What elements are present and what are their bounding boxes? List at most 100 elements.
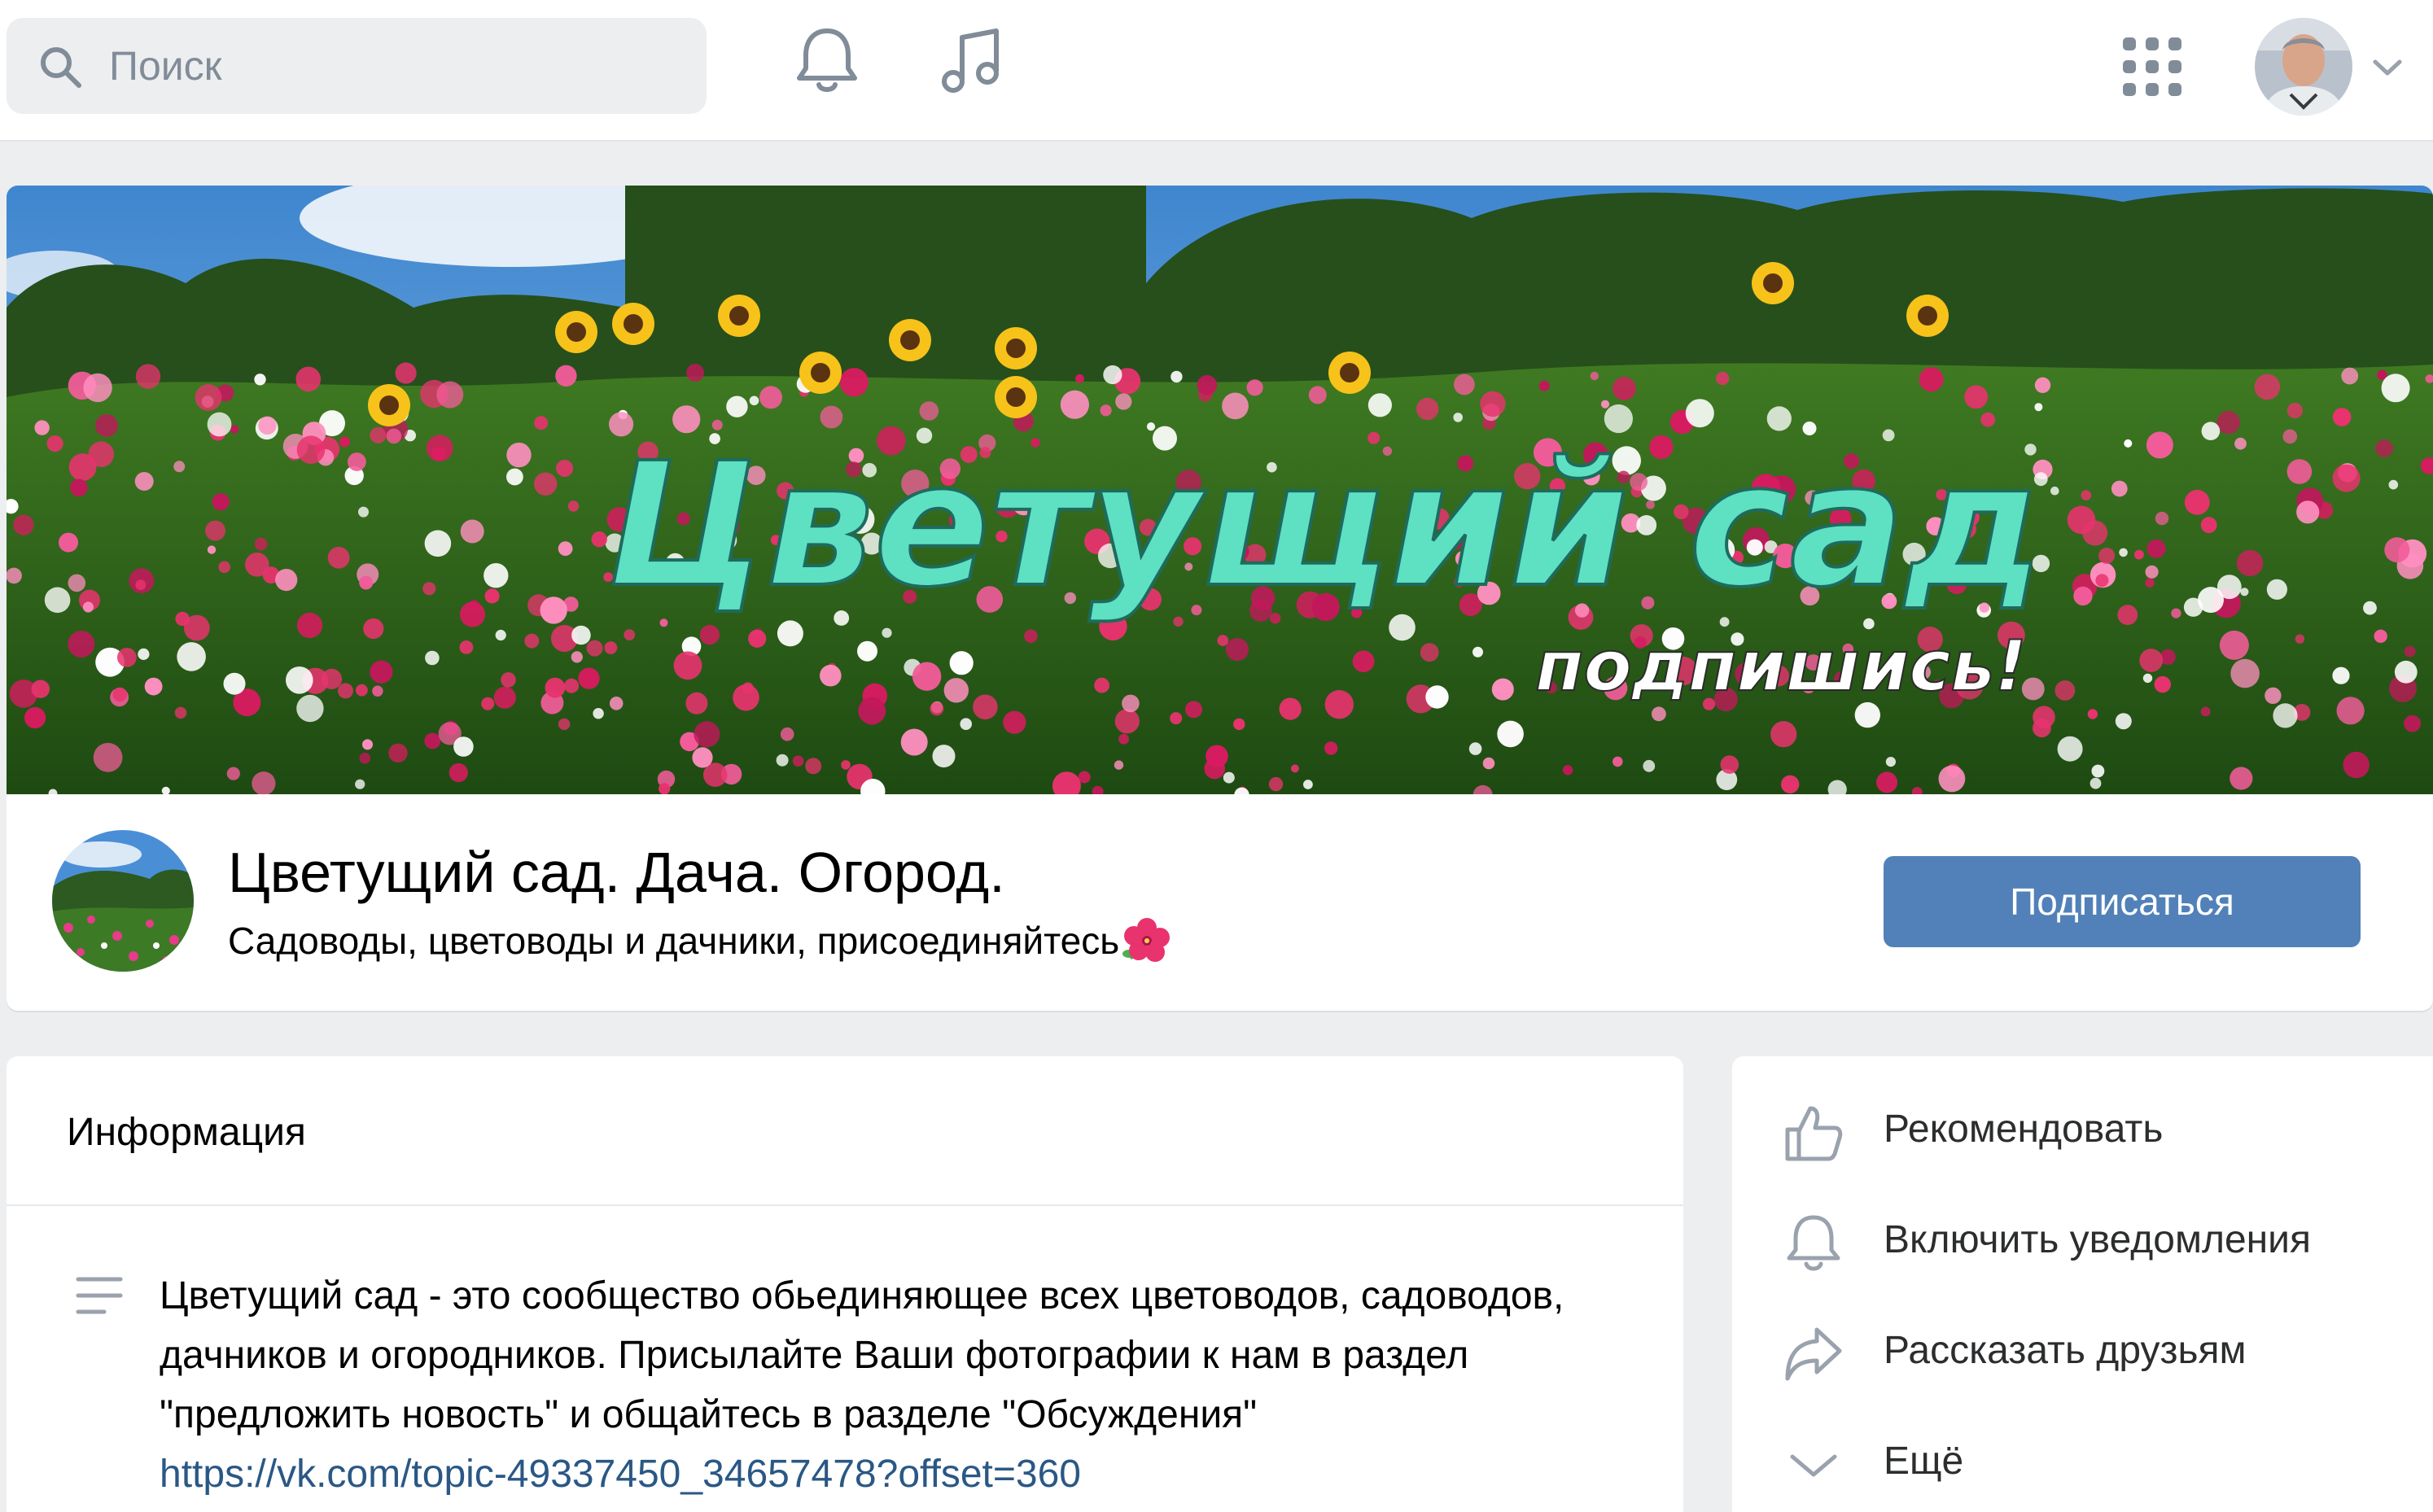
cover-flower [2088,709,2098,719]
cover-flower [1919,367,1944,391]
cover-flower [2147,540,2166,558]
cover-flower [83,374,112,402]
cover-flower [1233,719,1245,730]
cover-flower [34,420,49,435]
grid-apps-icon[interactable] [2123,37,2181,96]
cover-flower [453,736,474,757]
cover-flower [882,628,891,638]
community-header: Цветущий сад. Дача. Огород. Садоводы, цв… [7,794,2433,1011]
cover-flower [2146,431,2173,458]
cover-flower [534,416,548,430]
description-text: Цветущий сад - это сообщество обьединяющ… [160,1274,1564,1436]
cover-flower [1497,721,1524,748]
cover-flower [1716,372,1729,385]
cover-flower [1204,758,1225,780]
hibiscus-icon [1122,916,1170,964]
cover-flower [2202,422,2221,440]
cover-flower [2337,697,2365,724]
cover-flower [224,673,246,695]
cover-flower [933,745,956,767]
cover-flower [1217,635,1228,646]
cover-flower [781,728,794,741]
cover-flower [857,641,877,662]
cover-flower [83,601,94,612]
cover-flower [1324,741,1337,754]
cover-flower [2220,631,2249,660]
cover-flower [135,472,154,491]
cover-flower [742,682,754,693]
search-input[interactable]: Поиск [7,18,707,114]
cover-flower [339,437,350,448]
cover-flower [2124,439,2132,448]
cover-flower [1876,771,1897,793]
divider [7,1204,1683,1206]
cover-flower [2171,609,2181,618]
cover-flower [297,435,326,464]
cover-flower [328,547,350,569]
cover-flower [427,435,453,461]
cover-flower [2098,548,2115,564]
cover-flower [1980,413,1995,427]
user-avatar[interactable] [2255,18,2352,116]
cover-flower [2081,490,2091,500]
cover-flower [1003,711,1026,734]
cover-flower [2033,706,2055,728]
cover-flower [370,661,392,684]
cover-flower [2111,481,2128,497]
cover-flower [2333,408,2352,426]
cover-flower [481,697,494,710]
cover-sunflower-center [729,306,749,326]
cover-flower [587,640,603,657]
cover-flower [950,651,974,675]
community-cover: Цветущий сад подпишись! [7,186,2433,794]
chevron-down-icon[interactable] [2370,55,2405,80]
subscribe-button[interactable]: Подписаться [1884,856,2361,947]
cover-flower [484,563,508,588]
cover-flower [973,695,998,720]
cover-flower [2217,411,2240,434]
cover-flower [805,758,821,774]
cover-flower [296,695,323,722]
description-link[interactable]: https://vk.com/topic-49337450_34657478?o… [160,1453,1081,1496]
share-arrow-icon [1783,1323,1844,1385]
cover-flower [930,701,943,715]
cover-image: Цветущий сад подпишись! [7,186,2433,794]
cover-flower [750,396,759,406]
cover-flower [45,588,71,614]
bell-icon[interactable] [794,24,860,96]
cover-flower [1303,780,1313,789]
cover-flower [901,729,928,756]
cover-flower [372,686,383,697]
cover-flower [1247,379,1263,395]
cover-flower [7,568,22,584]
cover-flower [1291,764,1299,772]
enable-notifications-action[interactable]: Включить уведомления [1732,1191,2433,1289]
cover-flower [2389,480,2399,490]
cover-flower [793,755,804,767]
community-avatar[interactable] [52,830,194,972]
cover-flower [2134,550,2144,560]
cover-flower [1539,381,1550,391]
cover-flower [1420,643,1439,662]
share-action[interactable]: Рассказать друзьям [1732,1302,2433,1400]
cover-flower [338,683,353,698]
cover-flower [1416,398,1438,420]
cover-flower [1309,386,1327,404]
more-action[interactable]: Ещё [1732,1413,2433,1510]
cover-flower [208,413,232,437]
cover-flower [2230,767,2252,789]
cover-flower [1721,755,1739,774]
cover-flower [2090,778,2102,789]
cover-flower [360,753,371,764]
cover-flower [95,414,118,437]
cover-flower [1114,760,1123,769]
cover-flower [2332,667,2349,684]
cover-flower [322,669,342,689]
cover-flower [2341,368,2358,385]
recommend-action[interactable]: Рекомендовать [1732,1081,2433,1178]
cover-flower [175,707,187,719]
cover-flower [960,718,972,730]
music-note-icon[interactable] [939,26,1004,96]
cover-sunflower-center [379,395,399,415]
cover-flower [89,441,115,467]
